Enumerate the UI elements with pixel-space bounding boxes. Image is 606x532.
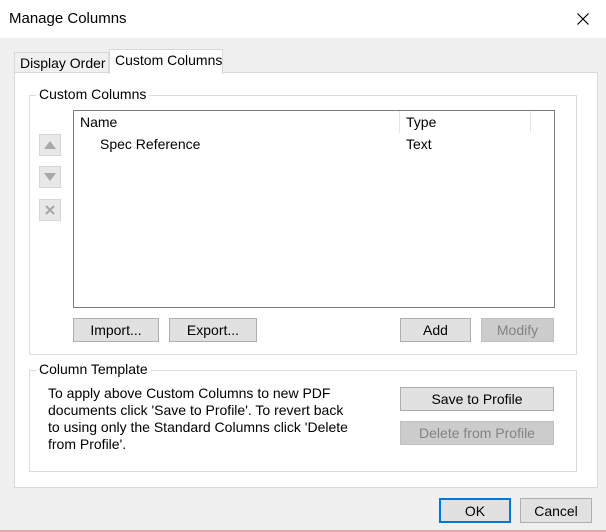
- template-description: To apply above Custom Columns to new PDF…: [48, 385, 348, 452]
- title-bar: Manage Columns: [0, 0, 606, 38]
- save-to-profile-button[interactable]: Save to Profile: [400, 387, 554, 411]
- list-item[interactable]: Spec Reference Text: [74, 133, 554, 155]
- tab-label: Custom Columns: [115, 52, 223, 68]
- modify-button[interactable]: Modify: [481, 318, 554, 342]
- delete-icon: [45, 205, 55, 215]
- row-type: Text: [406, 136, 432, 152]
- custom-columns-panel: Custom Columns Name Type Spec Reference …: [14, 72, 598, 488]
- close-icon: [577, 13, 589, 25]
- row-name: Spec Reference: [100, 136, 201, 152]
- ok-button[interactable]: OK: [439, 498, 511, 523]
- export-button[interactable]: Export...: [169, 318, 257, 342]
- move-down-icon: [44, 173, 56, 181]
- close-button[interactable]: [560, 0, 606, 38]
- tab-display-order[interactable]: Display Order: [14, 52, 109, 72]
- column-header-type[interactable]: Type: [400, 111, 531, 133]
- cancel-button[interactable]: Cancel: [520, 498, 592, 523]
- move-down-button[interactable]: [39, 166, 61, 188]
- delete-column-button[interactable]: [39, 199, 61, 221]
- group-label: Custom Columns: [36, 86, 150, 102]
- delete-from-profile-button[interactable]: Delete from Profile: [400, 421, 554, 445]
- move-up-button[interactable]: [39, 134, 61, 156]
- window-title: Manage Columns: [9, 10, 127, 27]
- custom-columns-list[interactable]: Name Type Spec Reference Text: [73, 110, 555, 308]
- add-button[interactable]: Add: [400, 318, 471, 342]
- import-button[interactable]: Import...: [73, 318, 159, 342]
- column-template-group: Column Template To apply above Custom Co…: [29, 361, 577, 472]
- tab-label: Display Order: [20, 55, 106, 71]
- column-header-name[interactable]: Name: [74, 111, 400, 133]
- custom-columns-group: Custom Columns Name Type Spec Reference …: [29, 86, 577, 355]
- group-label: Column Template: [36, 361, 151, 377]
- tab-custom-columns[interactable]: Custom Columns: [109, 49, 223, 74]
- move-up-icon: [44, 141, 56, 149]
